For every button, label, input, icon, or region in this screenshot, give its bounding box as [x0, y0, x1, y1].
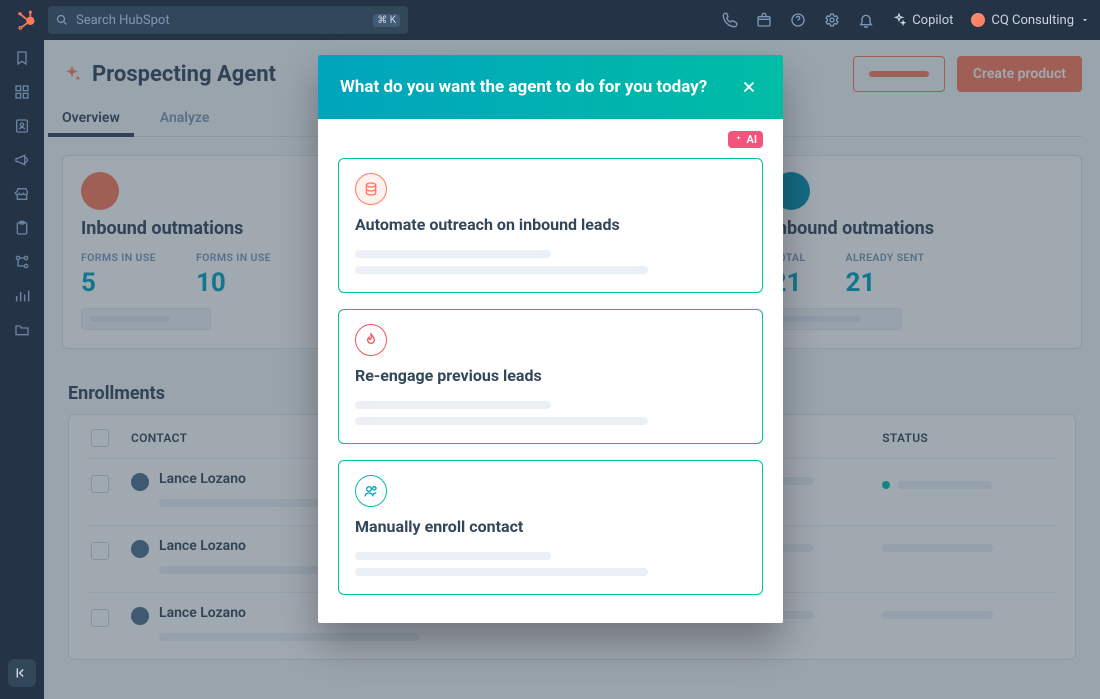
workspace-switcher[interactable]: CQ Consulting [971, 13, 1090, 28]
help-icon[interactable] [790, 12, 806, 28]
flame-icon [355, 324, 387, 356]
option-title: Manually enroll contact [355, 517, 746, 536]
option-reengage[interactable]: Re-engage previous leads [338, 309, 763, 444]
search-kbd-hint: ⌘ K [373, 14, 400, 27]
database-icon [355, 173, 387, 205]
modal-title: What do you want the agent to do for you… [340, 77, 707, 97]
bookmark-icon[interactable] [12, 48, 32, 68]
top-nav: Search HubSpot ⌘ K Copilot CQ Consulting [0, 0, 1100, 40]
agent-prompt-modal: What do you want the agent to do for you… [318, 55, 783, 623]
notifications-icon[interactable] [858, 12, 874, 28]
users-icon [355, 475, 387, 507]
clipboard-icon[interactable] [12, 218, 32, 238]
collapse-rail-button[interactable] [8, 659, 36, 687]
reports-icon[interactable] [12, 286, 32, 306]
contact-icon[interactable] [12, 116, 32, 136]
marketplace-icon[interactable] [756, 12, 772, 28]
search-input[interactable]: Search HubSpot ⌘ K [48, 6, 408, 34]
settings-icon[interactable] [824, 12, 840, 28]
folder-icon[interactable] [12, 320, 32, 340]
grid-icon[interactable] [12, 82, 32, 102]
copilot-label: Copilot [912, 13, 953, 28]
close-icon[interactable] [737, 75, 761, 99]
copilot-button[interactable]: Copilot [892, 13, 953, 28]
option-outreach[interactable]: Automate outreach on inbound leads [338, 158, 763, 293]
option-title: Automate outreach on inbound leads [355, 215, 746, 234]
store-icon[interactable] [12, 184, 32, 204]
option-title: Re-engage previous leads [355, 366, 746, 385]
left-nav-rail [0, 40, 44, 699]
megaphone-icon[interactable] [12, 150, 32, 170]
phone-icon[interactable] [722, 12, 738, 28]
option-manual-enroll[interactable]: Manually enroll contact [338, 460, 763, 595]
hubspot-logo[interactable] [10, 0, 44, 40]
workspace-avatar [971, 13, 985, 27]
workflow-icon[interactable] [12, 252, 32, 272]
search-placeholder: Search HubSpot [76, 13, 170, 28]
workspace-name: CQ Consulting [991, 13, 1074, 28]
ai-badge: AI [728, 131, 763, 148]
